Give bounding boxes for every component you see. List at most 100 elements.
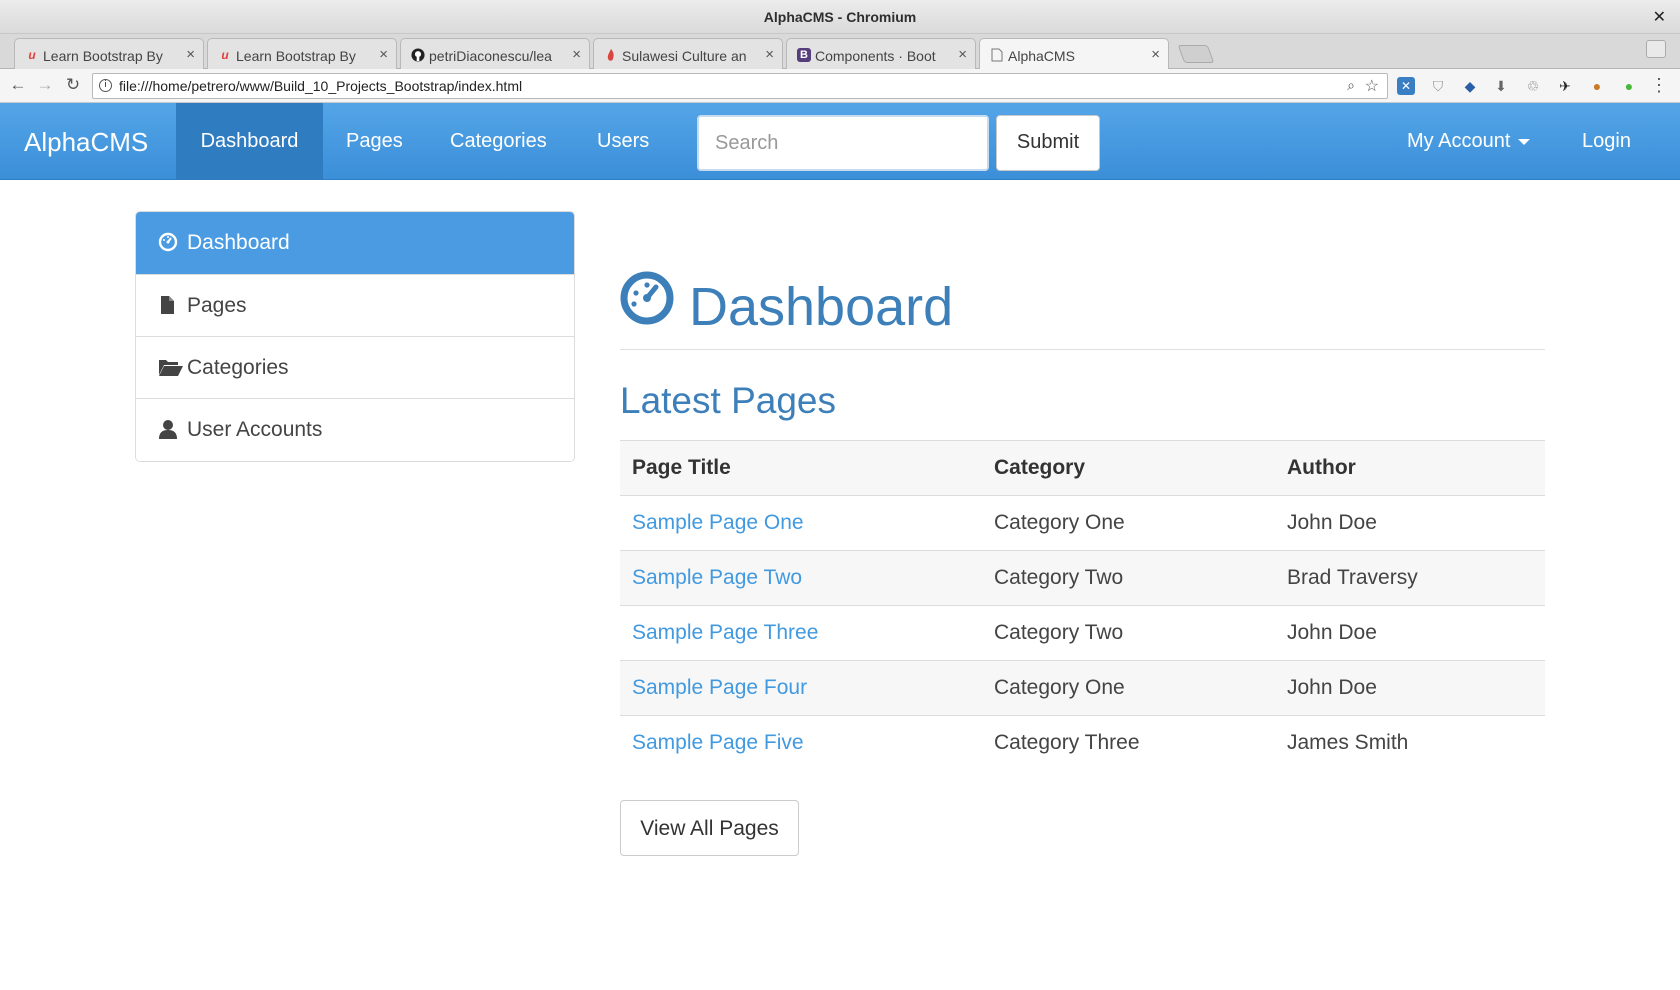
nav-login[interactable]: Login [1582,103,1631,180]
page-link[interactable]: Sample Page Two [632,566,802,589]
page-title-cell: Sample Page One [620,495,982,551]
author-cell: Brad Traversy [1275,550,1545,606]
browser-tab-4[interactable]: Sulawesi Culture an × [593,38,783,69]
category-cell: Category Two [982,605,1275,661]
column-header: Author [1275,440,1545,496]
browser-menu-icon[interactable]: ⋮ [1650,75,1668,96]
extension-blue-icon[interactable]: ◆ [1461,77,1479,95]
page-title-cell: Sample Page Three [620,605,982,661]
page-link[interactable]: Sample Page Five [632,731,804,754]
sidebar-item-pages[interactable]: Pages [136,275,574,337]
tab-close-icon[interactable]: × [1151,46,1160,63]
file-icon [158,295,178,317]
folder-open-icon [158,357,183,379]
tab-close-icon[interactable]: × [186,46,195,63]
zoom-icon[interactable]: ⌕ [1347,77,1355,94]
back-icon[interactable]: ← [8,75,28,95]
window-close-icon[interactable]: ✕ [1653,7,1666,27]
caret-down-icon [1518,138,1531,145]
view-all-pages-button[interactable]: View All Pages [620,800,799,856]
latest-pages-table: Page Title Category Author Sample Page O… [620,440,1545,771]
tab-label: Components · Boot [815,48,936,64]
column-header: Page Title [620,440,982,496]
browser-toolbar: ← → ↻ i file:///home/petrero/www/Build_1… [0,69,1680,103]
sidebar-item-label: Categories [187,356,289,379]
author-cell: John Doe [1275,495,1545,551]
browser-tab-6-active[interactable]: AlphaCMS × [979,38,1169,69]
sidebar-item-user-accounts[interactable]: User Accounts [136,399,574,461]
recycle-icon[interactable]: ♲ [1524,77,1542,95]
table-row: Sample Page One Category One John Doe [620,495,1545,551]
browser-tab-1[interactable]: u Learn Bootstrap By × [14,38,204,69]
nav-dashboard[interactable]: Dashboard [176,103,323,180]
info-icon[interactable]: i [99,79,112,92]
udemy-icon: u [28,48,36,62]
table-row: Sample Page Five Category Three James Sm… [620,715,1545,771]
tab-label: Learn Bootstrap By [43,48,163,64]
sidebar-item-categories[interactable]: Categories [136,337,574,399]
author-cell: James Smith [1275,715,1545,771]
extension-green-icon[interactable]: ● [1620,77,1638,95]
tab-label: Sulawesi Culture an [622,48,747,64]
flame-icon [604,48,618,62]
nav-categories[interactable]: Categories [450,103,547,180]
new-tab-button[interactable] [1177,45,1215,63]
page-link[interactable]: Sample Page One [632,511,804,534]
user-icon [158,419,178,441]
section-title: Latest Pages [620,380,836,421]
category-cell: Category Three [982,715,1275,771]
tab-label: Learn Bootstrap By [236,48,356,64]
page-header: Dashboard [620,250,1545,350]
profile-icon[interactable] [1646,40,1666,58]
page-title-cell: Sample Page Four [620,660,982,716]
sidebar-item-label: Dashboard [187,231,290,254]
page-title-cell: Sample Page Two [620,550,982,606]
extension-x-icon[interactable]: ✕ [1397,77,1415,95]
tab-label: AlphaCMS [1008,48,1075,64]
nav-users[interactable]: Users [597,103,649,180]
table-header-row: Page Title Category Author [620,440,1545,496]
category-cell: Category One [982,495,1275,551]
tab-close-icon[interactable]: × [765,46,774,63]
page-link[interactable]: Sample Page Three [632,621,818,644]
tab-close-icon[interactable]: × [958,46,967,63]
reload-icon[interactable]: ↻ [63,75,83,95]
extension-fox-icon[interactable]: ● [1588,77,1606,95]
window-title: AlphaCMS - Chromium [763,9,917,25]
nav-pages[interactable]: Pages [346,103,403,180]
extension-shield-icon[interactable]: ⛉ [1429,77,1447,95]
category-cell: Category One [982,660,1275,716]
table-row: Sample Page Three Category Two John Doe [620,605,1545,661]
page-icon [990,48,1004,62]
bookmark-star-icon[interactable]: ☆ [1365,76,1379,96]
sidebar-list: Dashboard Pages Categories User Accounts [135,211,575,462]
dashboard-icon [620,271,674,325]
forward-icon[interactable]: → [35,75,55,95]
tab-close-icon[interactable]: × [379,46,388,63]
address-bar[interactable]: i file:///home/petrero/www/Build_10_Proj… [92,73,1388,99]
tab-close-icon[interactable]: × [572,46,581,63]
submit-button[interactable]: Submit [996,115,1100,171]
extension-bird-icon[interactable]: ✈ [1556,77,1574,95]
author-cell: John Doe [1275,605,1545,661]
browser-tab-2[interactable]: u Learn Bootstrap By × [207,38,397,69]
brand-logo[interactable]: AlphaCMS [24,127,148,158]
my-account-dropdown[interactable]: My Account [1407,103,1531,180]
sidebar-item-label: User Accounts [187,418,323,441]
sidebar-item-label: Pages [187,294,247,317]
udemy-icon: u [221,48,229,62]
table-row: Sample Page Four Category One John Doe [620,660,1545,716]
github-icon [411,48,425,62]
main-content: Dashboard Latest Pages Page Title Catego… [620,250,1545,856]
download-icon[interactable]: ⬇ [1492,77,1510,95]
site-navbar: AlphaCMS Dashboard Pages Categories User… [0,103,1680,180]
author-cell: John Doe [1275,660,1545,716]
dashboard-icon [158,232,178,254]
search-input[interactable]: Search [697,115,989,171]
browser-tab-3[interactable]: petriDiaconescu/lea × [400,38,590,69]
sidebar-item-dashboard[interactable]: Dashboard [136,212,574,275]
page-link[interactable]: Sample Page Four [632,676,807,699]
my-account-label: My Account [1407,130,1511,152]
page-title-cell: Sample Page Five [620,715,982,771]
browser-tab-5[interactable]: B Components · Boot × [786,38,976,69]
